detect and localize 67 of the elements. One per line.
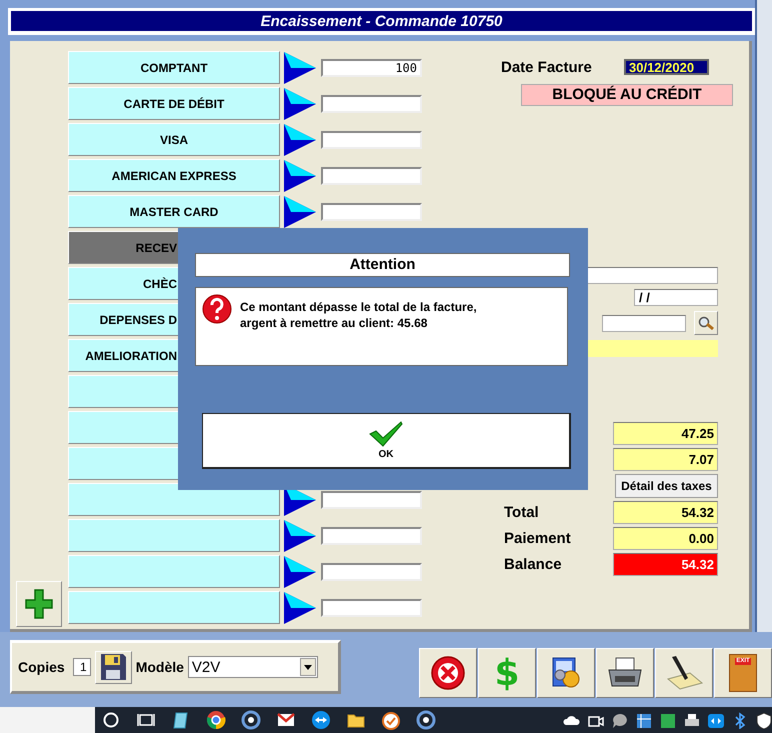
checkmark-icon xyxy=(369,421,403,447)
sign-button[interactable] xyxy=(655,648,713,698)
plus-icon xyxy=(24,588,54,620)
browser-icon[interactable] xyxy=(206,710,226,730)
printer-icon[interactable] xyxy=(682,711,700,729)
amount-value: 47.25 xyxy=(613,422,718,445)
total-value: 0.00 xyxy=(613,527,718,550)
copies-field[interactable]: 1 xyxy=(72,658,91,676)
app-icon[interactable] xyxy=(658,711,676,729)
add-button[interactable] xyxy=(16,581,62,627)
question-icon xyxy=(202,294,232,324)
cancel-icon xyxy=(430,655,466,691)
copies-label: Copies xyxy=(18,659,65,675)
search-icon[interactable] xyxy=(101,710,121,730)
amount-field[interactable] xyxy=(321,202,422,220)
arrow-icon[interactable] xyxy=(283,86,317,120)
amount-field[interactable] xyxy=(321,166,422,184)
amount-field[interactable] xyxy=(321,94,422,112)
model-dropdown[interactable]: V2V xyxy=(188,656,318,678)
text-field[interactable] xyxy=(602,314,686,332)
pen-paper-icon xyxy=(664,655,704,691)
arrow-icon[interactable] xyxy=(283,50,317,84)
settings-button[interactable] xyxy=(537,648,595,698)
tax-detail-button[interactable]: Détail des taxes xyxy=(615,474,718,498)
print-button[interactable] xyxy=(596,648,654,698)
window-title: Encaissement - Commande 10750 xyxy=(260,12,502,30)
arrow-icon[interactable] xyxy=(283,194,317,228)
date-field[interactable]: / / xyxy=(634,289,718,306)
amount-field[interactable]: 100 xyxy=(321,58,422,76)
chat-icon[interactable] xyxy=(610,711,628,729)
amount-field[interactable] xyxy=(321,130,422,148)
shield-icon[interactable] xyxy=(754,711,772,729)
payment-method-button[interactable]: COMPTANT xyxy=(68,51,280,84)
credit-status: BLOQUÉ AU CRÉDIT xyxy=(521,84,733,106)
cancel-button[interactable] xyxy=(419,648,477,698)
save-button[interactable] xyxy=(94,650,132,684)
total-label: Paiement xyxy=(504,530,571,547)
payment-method-button[interactable]: CARTE DE DÉBIT xyxy=(68,87,280,120)
arrow-icon[interactable] xyxy=(283,518,317,552)
total-value: 54.32 xyxy=(613,501,718,524)
remote-arrows-icon[interactable] xyxy=(706,711,724,729)
payment-method-button[interactable]: AMERICAN EXPRESS xyxy=(68,159,280,192)
amount-field[interactable] xyxy=(321,562,422,580)
remote-arrows-icon[interactable] xyxy=(311,710,331,730)
search-button[interactable] xyxy=(694,311,718,335)
total-value: 54.32 xyxy=(613,553,718,576)
search-icon xyxy=(698,316,714,330)
arrow-icon[interactable] xyxy=(283,554,317,588)
date-field[interactable]: 30/12/2020 xyxy=(624,59,709,75)
model-label: Modèle xyxy=(136,659,184,675)
total-label: Balance xyxy=(504,556,562,573)
payment-method-button[interactable]: VISA xyxy=(68,123,280,156)
arrow-icon[interactable] xyxy=(283,122,317,156)
ok-button[interactable]: OK xyxy=(202,413,571,469)
arrow-icon[interactable] xyxy=(283,590,317,624)
amount-value: 7.07 xyxy=(613,448,718,471)
grid-icon[interactable] xyxy=(634,711,652,729)
amount-field[interactable] xyxy=(321,526,422,544)
dialog-title: Attention xyxy=(195,253,570,277)
payment-method-button[interactable]: MASTER CARD xyxy=(68,195,280,228)
total-label: Total xyxy=(504,504,539,521)
amount-field[interactable] xyxy=(321,598,422,616)
arrow-icon[interactable] xyxy=(283,158,317,192)
clock-icon[interactable] xyxy=(381,710,401,730)
dropdown-arrow-icon xyxy=(304,664,312,670)
date-label: Date Facture xyxy=(501,58,593,76)
amount-field[interactable] xyxy=(321,490,422,508)
